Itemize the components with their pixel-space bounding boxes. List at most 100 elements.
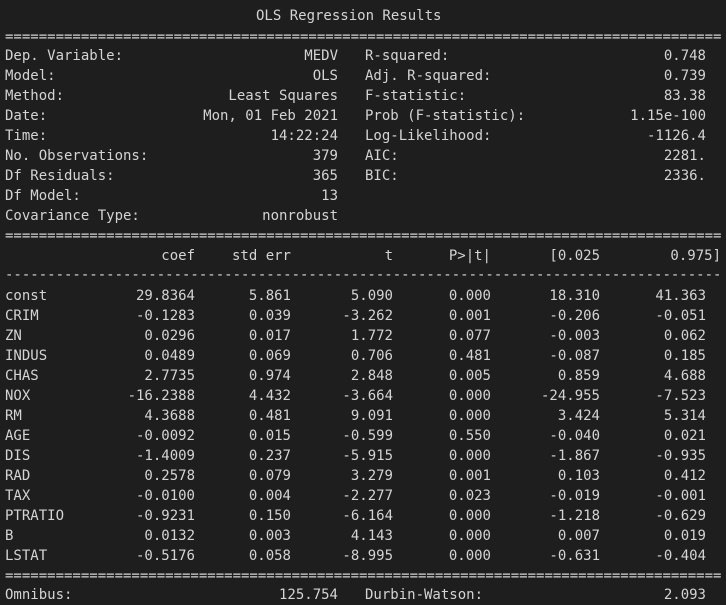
summary-left-label: No. Observations: [5,148,149,164]
ci-high-value: -0.629 [655,508,706,524]
ci-high-value: -0.051 [655,308,706,324]
durbin-watson-value: 2.093 [663,587,706,603]
coef-header-row: coef std err t P>|t| [0.025 0.975] [5,246,721,266]
durbin-watson-label: Durbin-Watson: [365,587,484,603]
t-value: 5.090 [350,288,393,304]
summary-right-value: 83.38 [663,88,706,104]
summary-right-label: Adj. R-squared: [365,68,492,84]
table-row: const 29.8364 5.861 5.090 0.000 18.310 41.363 [5,286,721,306]
coef-value: -0.0092 [135,428,195,444]
summary-right-value: -1126.4 [646,128,706,144]
summary-left-label: Covariance Type: [5,208,140,224]
summary-row: Model: OLS Adj. R-squared: 0.739 [5,66,721,86]
summary-row: Df Residuals: 365 BIC: 2336. [5,166,721,186]
ci-high-value: 41.363 [655,288,706,304]
double-rule-mid: ========================================… [5,229,721,243]
coef-value: -16.2388 [127,388,195,404]
ci-low-value: -1.867 [549,448,600,464]
t-value: -6.164 [342,508,393,524]
ci-low-value: 0.859 [557,368,600,384]
variable-name: LSTAT [5,548,48,564]
footer-row: Omnibus: 125.754 Durbin-Watson: 2.093 [5,585,721,605]
t-value: 2.848 [350,368,393,384]
variable-name: TAX [5,488,31,504]
p-value: 0.005 [448,368,491,384]
omnibus-label: Omnibus: [5,587,73,603]
summary-left-label: Method: [5,88,65,104]
p-value: 0.000 [448,408,491,424]
summary-row: Method: Least Squares F-statistic: 83.38 [5,86,721,106]
variable-name: ZN [5,328,22,344]
coef-value: 4.3688 [144,408,195,424]
std-err-value: 0.015 [248,428,291,444]
p-value: 0.000 [448,388,491,404]
p-value: 0.550 [448,428,491,444]
summary-left-label: Model: [5,68,56,84]
omnibus-value: 125.754 [278,587,338,603]
summary-left-value: 365 [312,168,338,184]
summary-left-value: 14:22:24 [270,128,338,144]
summary-left-value: OLS [312,68,338,84]
summary-right-value: 0.739 [663,68,706,84]
ci-low-value: 0.103 [557,468,600,484]
summary-left-label: Df Residuals: [5,168,115,184]
t-value: -0.599 [342,428,393,444]
table-row: ZN 0.0296 0.017 1.772 0.077 -0.003 0.062 [5,326,721,346]
table-row: PTRATIO -0.9231 0.150 -6.164 0.000 -1.218 -0.6… [5,506,721,526]
coef-value: 29.8364 [135,288,195,304]
table-row: RM 4.3688 0.481 9.091 0.000 3.424 5.314 [5,406,721,426]
summary-row: Dep. Variable: MEDV R-squared: 0.748 [5,46,721,66]
summary-left-value: 13 [321,188,338,204]
t-value: 3.279 [350,468,393,484]
double-rule-top: ========================================… [5,30,721,44]
variable-name: RM [5,408,22,424]
table-row: LSTAT -0.5176 0.058 -8.995 0.000 -0.631 -0.404 [5,546,721,566]
ci-high-value: -0.404 [655,548,706,564]
variable-name: CRIM [5,308,39,324]
summary-row: Df Model: 13 [5,186,721,206]
t-value: -3.262 [342,308,393,324]
ci-low-value: -0.206 [549,308,600,324]
std-err-value: 0.481 [248,408,291,424]
ci-low-value: 18.310 [549,288,600,304]
std-err-value: 0.004 [248,488,291,504]
summary-left-label: Date: [5,108,48,124]
ci-low-value: -0.087 [549,348,600,364]
coef-value: -0.5176 [135,548,195,564]
variable-name: NOX [5,388,31,404]
ci-low-value: -0.040 [549,428,600,444]
header-t: t [384,248,393,264]
header-coef: coef [161,248,195,264]
summary-right-label: AIC: [365,148,399,164]
title-line: OLS Regression Results [5,6,721,26]
p-value: 0.001 [448,308,491,324]
std-err-value: 0.003 [248,528,291,544]
table-row: CHAS 2.7735 0.974 2.848 0.005 0.859 4.688 [5,366,721,386]
single-rule: ----------------------------------------… [5,268,721,282]
variable-name: CHAS [5,368,39,384]
coef-value: 0.0296 [144,328,195,344]
header-ci-low: [0.025 [549,248,600,264]
t-value: -5.915 [342,448,393,464]
t-value: 1.772 [350,328,393,344]
t-value: -3.664 [342,388,393,404]
coef-value: 2.7735 [144,368,195,384]
t-value: 4.143 [350,528,393,544]
p-value: 0.481 [448,348,491,364]
ci-high-value: -0.935 [655,448,706,464]
table-row: CRIM -0.1283 0.039 -3.262 0.001 -0.206 -0.051 [5,306,721,326]
p-value: 0.000 [448,448,491,464]
ci-high-value: 4.688 [663,368,706,384]
table-row: INDUS 0.0489 0.069 0.706 0.481 -0.087 0.185 [5,346,721,366]
ci-low-value: 3.424 [557,408,600,424]
summary-row: No. Observations: 379 AIC: 2281. [5,146,721,166]
summary-row: Covariance Type: nonrobust [5,206,721,226]
ci-high-value: -7.523 [655,388,706,404]
variable-name: B [5,528,14,544]
std-err-value: 0.039 [248,308,291,324]
std-err-value: 0.150 [248,508,291,524]
std-err-value: 0.237 [248,448,291,464]
summary-right-label: BIC: [365,168,399,184]
table-row: AGE -0.0092 0.015 -0.599 0.550 -0.040 0.021 [5,426,721,446]
coef-value: -0.1283 [135,308,195,324]
